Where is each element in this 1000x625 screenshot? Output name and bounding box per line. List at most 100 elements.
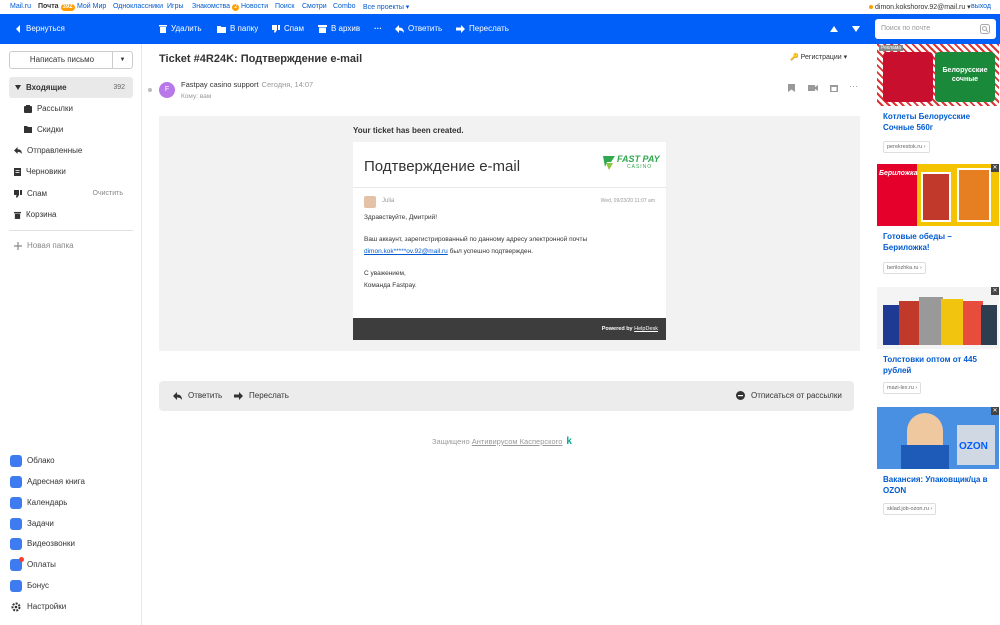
app-video-calls[interactable]: Видеозвонки [10, 533, 75, 554]
avatar: F [159, 82, 175, 98]
app-settings[interactable]: Настройки [10, 596, 66, 617]
clear-spam-link[interactable]: Очистить [93, 183, 123, 204]
folder-skidki[interactable]: Скидки [24, 119, 63, 140]
email-link[interactable]: dimon.kok*****ov.92@mail.ru [364, 248, 448, 255]
forward-button[interactable]: Переслать [456, 14, 509, 44]
calendar-icon[interactable] [830, 84, 838, 92]
nav-combo[interactable]: Combo [333, 3, 356, 10]
user-menu[interactable]: dimon.kokshorov.92@mail.ru ▾ [869, 3, 971, 11]
nav-novosti[interactable]: Новости [241, 3, 268, 10]
more-actions-button[interactable]: ··· [849, 81, 858, 91]
message-date: Сегодня, 14:07 [261, 80, 314, 89]
move-to-folder-button[interactable]: В папку [217, 14, 258, 44]
unsubscribe-button[interactable]: Отписаться от рассылки [736, 381, 842, 411]
tasks-icon [10, 517, 22, 530]
ad-card[interactable]: ✕ Толстовки оптом от 445 рублей mazi-lex… [877, 287, 999, 402]
thumb-down-icon [272, 24, 280, 33]
ad-domain[interactable]: sklad.job-ozon.ru › [883, 503, 937, 515]
kaspersky-logo-icon: k [566, 436, 572, 447]
newsletter-icon [24, 104, 32, 113]
reply-icon [395, 24, 404, 33]
folder-inbox[interactable]: Входящие 392 [9, 77, 133, 98]
ad-title[interactable]: Вакансия: Упаковщик/ца в OZON [883, 474, 995, 496]
agent-avatar [364, 196, 376, 208]
unread-dot[interactable] [148, 88, 152, 92]
nav-smotri[interactable]: Смотри [302, 3, 327, 10]
nav-all-projects[interactable]: Все проекты ▾ [363, 3, 409, 11]
folder-spam[interactable]: Спам Очистить [14, 183, 133, 204]
trash-icon [14, 211, 21, 219]
nav-odnoklassniki[interactable]: Одноклассники [113, 3, 163, 10]
app-cloud[interactable]: Облако [10, 450, 55, 471]
app-calendar[interactable]: Календарь [10, 492, 67, 513]
ad-title[interactable]: Готовые обеды – Бериложка! [883, 231, 995, 253]
cloud-icon [10, 454, 22, 467]
spam-button[interactable]: Спам [272, 14, 304, 44]
reply-button[interactable]: Ответить [395, 14, 442, 44]
plus-icon [14, 241, 22, 250]
close-ad-icon[interactable]: ✕ [991, 164, 999, 172]
nav-znakomstva[interactable]: Знакомства 2 [192, 3, 240, 11]
ad-title[interactable]: Толстовки оптом от 445 рублей [883, 354, 995, 376]
helpdesk-link[interactable]: HelpDesk [634, 326, 658, 332]
app-payments[interactable]: Оплаты [10, 554, 56, 575]
ad-domain[interactable]: berilozhka.ru › [883, 262, 926, 274]
folder-drafts[interactable]: Черновики [14, 161, 66, 182]
search-input[interactable]: Поиск по почте [875, 19, 996, 39]
kaspersky-link[interactable]: Антивирусом Касперского [472, 437, 563, 446]
message-subject: Ticket #4R24K: Подтверждение e-mail [159, 53, 363, 65]
video-camera-icon [10, 537, 22, 550]
more-button[interactable]: ··· [374, 14, 382, 44]
prev-message-button[interactable] [830, 14, 842, 44]
back-button[interactable]: Вернуться [14, 14, 65, 44]
ad-domain[interactable]: perekrestok.ru › [883, 141, 930, 153]
folder-trash[interactable]: Корзина [14, 204, 56, 225]
bottom-reply-button[interactable]: Ответить [173, 381, 222, 411]
greeting-text: Здравствуйте, Дмитрий! [364, 214, 438, 221]
search-icon [980, 24, 990, 34]
contacts-icon [10, 475, 22, 488]
bottom-forward-button[interactable]: Переслать [234, 381, 289, 411]
ad-card[interactable]: OZON ✕ Вакансия: Упаковщик/ца в OZON skl… [877, 407, 999, 522]
close-ad-icon[interactable]: ✕ [991, 287, 999, 295]
folder-rassylki[interactable]: Рассылки [24, 98, 73, 119]
sender-name[interactable]: Fastpay casino support [181, 80, 259, 89]
nav-pochta[interactable]: Почта 392 [38, 3, 75, 11]
znakomstva-badge: 2 [232, 4, 240, 11]
archive-button[interactable]: В архив [318, 14, 360, 44]
ad-title[interactable]: Котлеты Белорусские Сочные 560г [883, 111, 995, 133]
app-address-book[interactable]: Адресная книга [10, 471, 85, 492]
ad-domain[interactable]: mazi-lex.ru › [883, 382, 922, 394]
delete-button[interactable]: Удалить [159, 14, 202, 44]
agent-name: Julia [382, 198, 395, 204]
ad-brand-text: Бериложка [879, 170, 918, 177]
ad-card[interactable]: Бериложка ✕ Готовые обеды – Бериложка! b… [877, 164, 999, 279]
ad-label: Реклама [879, 45, 904, 51]
nav-igry[interactable]: Игры [167, 3, 184, 10]
close-ad-icon[interactable]: ✕ [991, 407, 999, 415]
category-dropdown[interactable]: 🔑 Регистрации ▾ [790, 53, 847, 61]
nav-moi-mir[interactable]: Мой Мир [77, 3, 106, 10]
app-bonus[interactable]: Бонус [10, 575, 49, 596]
nav-poisk[interactable]: Поиск [275, 3, 294, 10]
card-divider [353, 187, 666, 188]
pochta-count-badge: 392 [60, 4, 75, 11]
body-line-2: dimon.kok*****ov.92@mail.ru был успешно … [364, 248, 533, 255]
reply-bar: Ответить Переслать Отписаться от рассылк… [159, 381, 854, 411]
video-camera-icon[interactable] [808, 84, 818, 92]
ad-card[interactable]: Белорусские сочные Реклама Котлеты Белор… [877, 44, 999, 159]
logout-link[interactable]: выход [971, 3, 991, 10]
nav-mailru[interactable]: Mail.ru [10, 3, 31, 10]
folder-sent[interactable]: Отправленные [14, 140, 82, 161]
payments-icon [10, 556, 24, 571]
app-tasks[interactable]: Задачи [10, 513, 54, 534]
minus-circle-icon [736, 391, 745, 401]
compose-dropdown-icon[interactable]: ▼ [112, 52, 132, 68]
bookmark-icon[interactable] [788, 84, 795, 92]
draft-icon [14, 167, 21, 176]
next-message-button[interactable] [852, 14, 864, 44]
new-folder-button[interactable]: Новая папка [14, 235, 74, 256]
kaspersky-notice: Защищено Антивирусом Касперского k [432, 436, 572, 447]
compose-button[interactable]: Написать письмо ▼ [9, 51, 133, 69]
body-line-1: Ваш аккаунт, зарегистрированный по данно… [364, 236, 588, 243]
